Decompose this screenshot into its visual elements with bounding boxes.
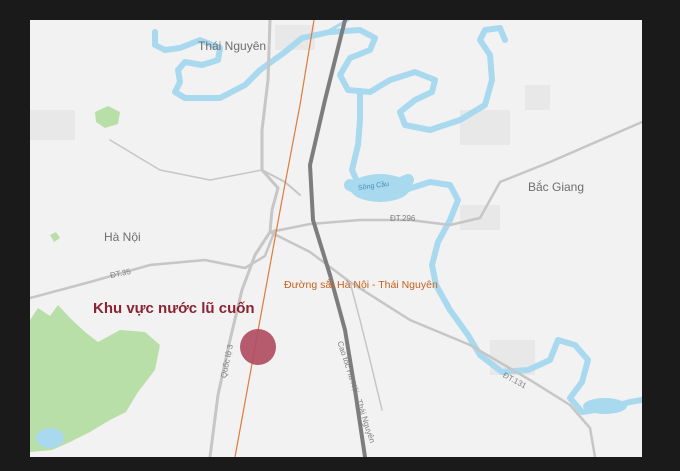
label-flood-zone: Khu vực nước lũ cuốn: [93, 300, 255, 317]
flood-zone-marker[interactable]: [240, 329, 276, 365]
lake-southwest: [36, 428, 64, 448]
label-road-dt296: ĐT.296: [390, 214, 416, 223]
screenshot-frame: Thái Nguyên Bắc Giang Hà Nội ĐT.35 ĐT.29…: [0, 0, 680, 471]
label-railway: Đường sắt Hà Nội - Thái Nguyên: [284, 279, 438, 291]
label-thai-nguyen: Thái Nguyên: [198, 39, 267, 53]
label-ha-noi: Hà Nội: [104, 230, 141, 244]
map-canvas[interactable]: Thái Nguyên Bắc Giang Hà Nội ĐT.35 ĐT.29…: [30, 20, 642, 457]
label-bac-giang: Bắc Giang: [528, 180, 585, 194]
lake-southeast: [583, 398, 627, 414]
